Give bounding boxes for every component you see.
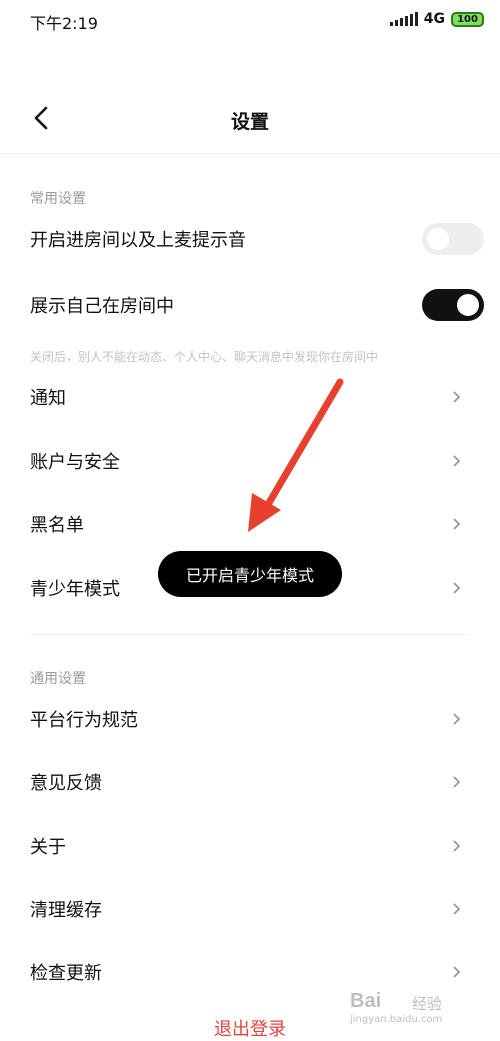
- setting-row-account-security[interactable]: 账户与安全: [0, 433, 500, 489]
- network-type: 4G: [423, 11, 445, 27]
- setting-row-blacklist[interactable]: 黑名单: [0, 496, 500, 552]
- setting-label: 黑名单: [30, 515, 84, 536]
- status-right: 4G 100: [389, 11, 484, 27]
- page-title: 设置: [230, 111, 269, 133]
- setting-label: 通知: [30, 388, 66, 409]
- setting-label: 开启进房间以及上麦提示音: [30, 230, 246, 251]
- watermark-text: 经验: [412, 995, 443, 1013]
- watermark-url: jingyan.baidu.com: [350, 1014, 443, 1025]
- show-in-room-toggle[interactable]: [422, 289, 484, 321]
- privacy-hint: 关闭后，别人不能在动态、个人中心、聊天消息中发现你在房间中: [30, 350, 379, 364]
- toggle-knob: [457, 294, 479, 316]
- toast-message: 已开启青少年模式: [158, 551, 342, 597]
- chevron-right-icon: [453, 776, 461, 788]
- entry-sound-toggle[interactable]: [422, 223, 484, 255]
- setting-label: 平台行为规范: [30, 710, 138, 731]
- section-header-common: 常用设置: [30, 191, 86, 207]
- section-divider: [30, 634, 470, 635]
- setting-label: 青少年模式: [30, 579, 120, 600]
- section-header-general: 通用设置: [30, 671, 86, 687]
- toggle-knob: [427, 228, 449, 250]
- chevron-right-icon: [453, 840, 461, 852]
- signal-icon: [389, 12, 418, 26]
- setting-row-notifications[interactable]: 通知: [0, 369, 500, 425]
- chevron-right-icon: [453, 903, 461, 915]
- setting-row-show-in-room: 展示自己在房间中: [0, 277, 500, 333]
- status-time: 下午2:19: [30, 14, 98, 33]
- chevron-right-icon: [453, 713, 461, 725]
- chevron-right-icon: [453, 455, 461, 467]
- battery-icon: 100: [451, 11, 484, 27]
- setting-row-about[interactable]: 关于: [0, 818, 500, 874]
- setting-label: 意见反馈: [30, 773, 102, 794]
- setting-row-clear-cache[interactable]: 清理缓存: [0, 881, 500, 937]
- chevron-right-icon: [453, 966, 461, 978]
- nav-bar: 设置: [0, 84, 500, 154]
- setting-label: 检查更新: [30, 963, 102, 984]
- setting-label: 清理缓存: [30, 900, 102, 921]
- baidu-watermark: Bai 经验 jingyan.baidu.com: [350, 990, 460, 1030]
- setting-row-platform-rules[interactable]: 平台行为规范: [0, 691, 500, 747]
- setting-label: 关于: [30, 837, 66, 858]
- chevron-right-icon: [453, 582, 461, 594]
- status-bar: 下午2:19 4G 100: [0, 0, 500, 44]
- setting-label: 账户与安全: [30, 452, 120, 473]
- chevron-right-icon: [453, 391, 461, 403]
- setting-row-feedback[interactable]: 意见反馈: [0, 754, 500, 810]
- chevron-right-icon: [453, 518, 461, 530]
- watermark-logo: Bai: [350, 990, 382, 1012]
- setting-row-entry-sound: 开启进房间以及上麦提示音: [0, 211, 500, 267]
- setting-label: 展示自己在房间中: [30, 296, 174, 317]
